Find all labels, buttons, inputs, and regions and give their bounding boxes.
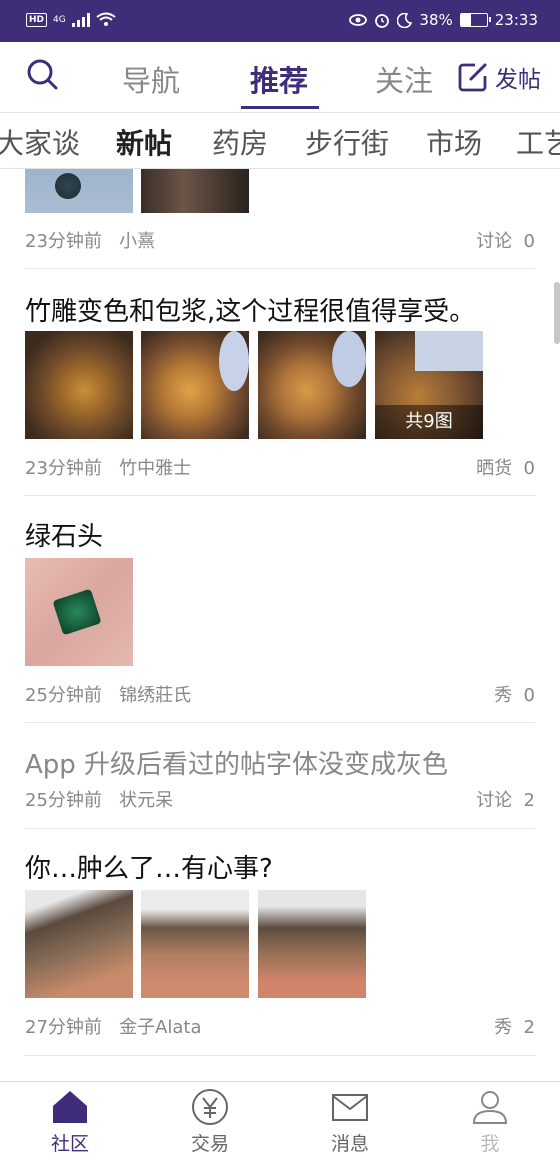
post-title[interactable]: 你…肿么了…有心事? [25,848,535,885]
post-time: 23分钟前 [25,458,102,479]
top-navigation: 导航 推荐 关注 发帖 [0,42,560,113]
category-tab[interactable]: 大家谈 [0,122,80,162]
reply-count: 2 [523,1017,535,1038]
battery-percent: 38% [419,11,453,29]
scrollbar[interactable] [554,282,560,344]
divider [25,828,535,829]
post-image[interactable] [141,169,249,213]
post-author[interactable]: 状元呆 [119,790,173,811]
post-image[interactable] [258,890,366,998]
status-bar: HD 4G 38% 23:33 [0,0,560,42]
tab-recommended[interactable]: 推荐 [250,58,308,100]
list-item[interactable]: 竹雕变色和包浆,这个过程很值得享受。 [25,291,535,328]
home-icon [53,1091,87,1123]
bottom-tab-me[interactable]: 我 [420,1087,560,1156]
bottom-tab-messages[interactable]: 消息 [280,1087,420,1156]
post-title[interactable]: App 升级后看过的帖字体没变成灰色 [25,744,535,781]
post-feed: 23分钟前 小熹 讨论 0 竹雕变色和包浆,这个过程很值得享受。 共9图 23分… [0,169,560,1081]
post-author[interactable]: 竹中雅士 [119,458,191,479]
bottom-tab-label: 交易 [190,1133,229,1155]
post-author[interactable]: 小熹 [119,231,155,252]
category-tab[interactable]: 市场 [426,122,482,162]
post-time: 23分钟前 [25,231,102,252]
tab-navigation[interactable]: 导航 [122,58,180,100]
bottom-tab-label: 社区 [50,1133,89,1155]
wifi-icon [96,12,116,26]
divider [25,495,535,496]
category-tab-new-posts[interactable]: 新帖 [116,122,172,162]
reply-count: 0 [523,231,535,252]
post-category: 秀 [494,1017,513,1038]
post-author[interactable]: 锦绣莊氏 [119,685,191,706]
post-time: 27分钟前 [25,1017,102,1038]
user-icon [472,1091,508,1124]
post-meta: 23分钟前 竹中雅士 晒货 0 [25,454,535,480]
list-item[interactable]: 你…肿么了…有心事? [25,848,535,885]
post-title[interactable]: 绿石头 [25,516,535,553]
post-author[interactable]: 金子Alata [119,1017,201,1038]
tab-following[interactable]: 关注 [375,58,433,100]
divider [25,1055,535,1056]
post-meta: 27分钟前 金子Alata 秀 2 [25,1013,535,1039]
post-image[interactable] [25,558,133,666]
battery-icon [459,13,491,27]
moon-icon [397,12,413,28]
divider [25,268,535,269]
post-image[interactable] [258,331,366,439]
post-meta: 25分钟前 状元呆 讨论 2 [25,786,535,812]
post-category: 讨论 [476,231,513,252]
clock: 23:33 [494,11,538,29]
alarm-icon [375,14,390,28]
post-image[interactable] [141,890,249,998]
category-tab[interactable]: 工艺 [516,122,560,162]
new-post-label: 发帖 [495,67,541,93]
post-category: 秀 [494,685,513,706]
hd-indicator: HD [26,12,48,27]
bottom-navigation: 社区 交易 消息 我 [0,1081,560,1162]
new-post-button[interactable]: 发帖 [457,60,541,94]
post-title[interactable]: 竹雕变色和包浆,这个过程很值得享受。 [25,291,535,328]
post-image[interactable] [25,331,133,439]
post-time: 25分钟前 [25,790,102,811]
post-image[interactable]: 共9图 [375,331,483,439]
post-category: 讨论 [476,790,513,811]
mail-icon [332,1094,368,1121]
reply-count: 0 [523,458,535,479]
post-meta: 25分钟前 锦绣莊氏 秀 0 [25,681,535,707]
post-image[interactable] [25,169,133,213]
bottom-tab-community[interactable]: 社区 [0,1087,140,1156]
reply-count: 2 [523,790,535,811]
yen-icon [192,1089,228,1125]
post-time: 25分钟前 [25,685,102,706]
image-count-badge: 共9图 [375,405,483,439]
search-icon[interactable] [26,58,58,90]
post-image[interactable] [141,331,249,439]
divider [25,722,535,723]
network-indicator: 4G [53,14,66,25]
bottom-tab-label: 我 [480,1133,500,1155]
edit-icon [458,63,487,92]
bottom-tab-label: 消息 [330,1133,369,1155]
list-item[interactable]: App 升级后看过的帖字体没变成灰色 [25,744,535,781]
reply-count: 0 [523,685,535,706]
post-category: 晒货 [476,458,513,479]
signal-icon [71,12,90,27]
bottom-tab-trade[interactable]: 交易 [140,1087,280,1156]
category-tabs: 大家谈 新帖 药房 步行街 市场 工艺 [0,112,560,169]
category-tab[interactable]: 药房 [212,122,268,162]
eye-icon [349,14,368,26]
category-tab[interactable]: 步行街 [305,122,389,162]
active-tab-indicator [241,106,319,109]
post-image[interactable] [25,890,133,998]
post-meta: 23分钟前 小熹 讨论 0 [25,227,535,253]
list-item[interactable]: 绿石头 [25,516,535,553]
